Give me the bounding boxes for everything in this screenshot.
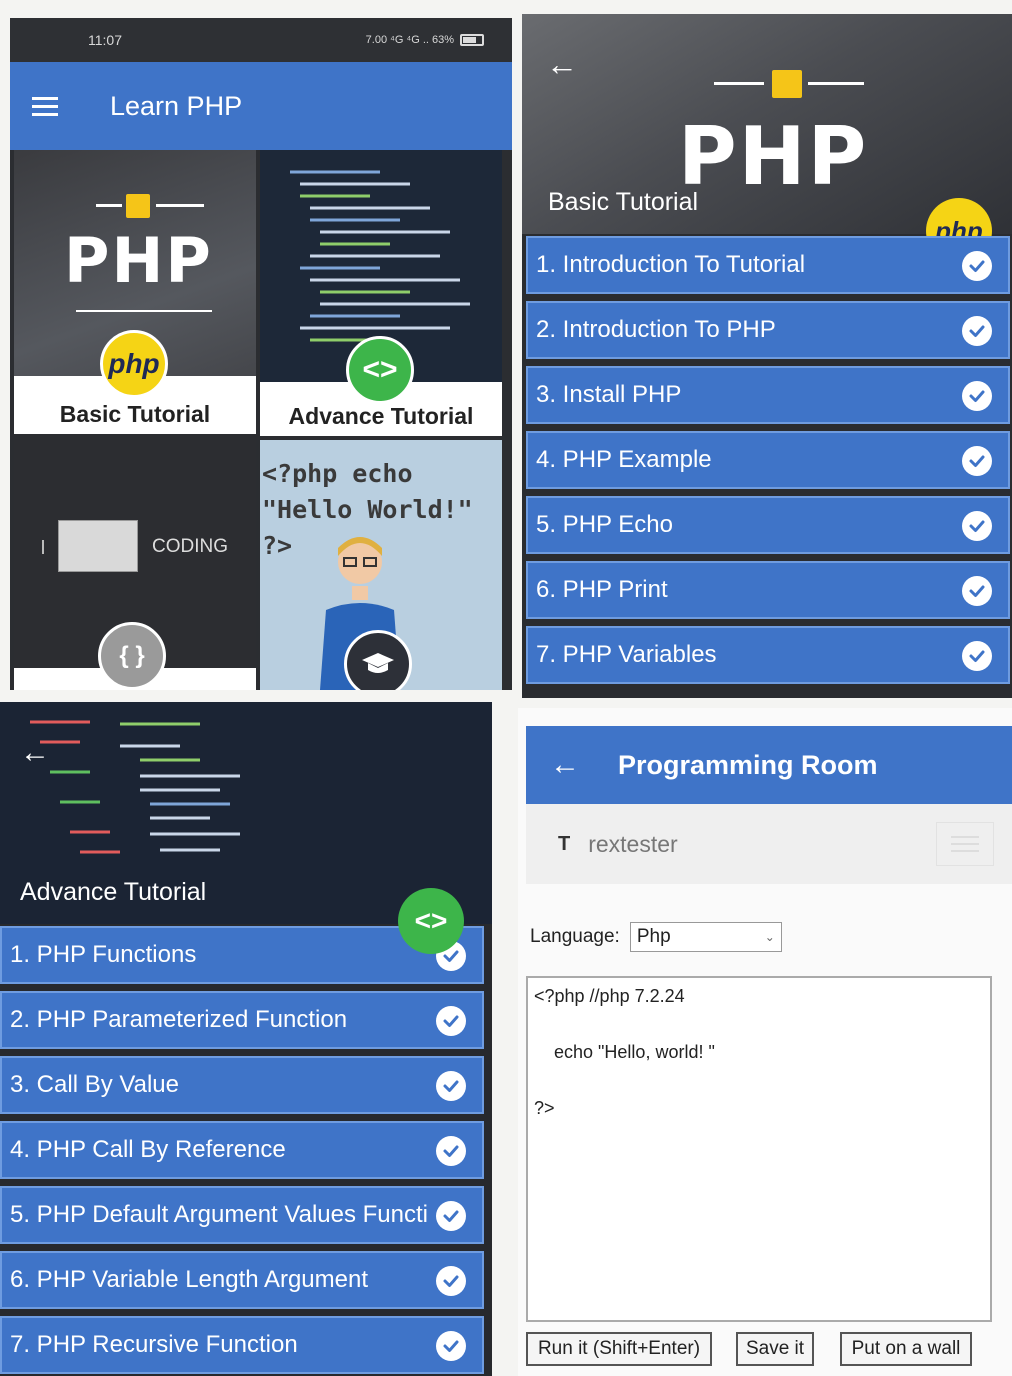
check-circle-icon [436,1266,466,1296]
basic-tutorial-tile[interactable]: PHP Basic Tutorial php [14,150,256,434]
coding-divider [42,540,44,554]
list-item-label: 7. PHP Recursive Function [10,1331,298,1358]
check-circle-icon [962,446,992,476]
language-label: Language: [530,926,620,947]
list-item-label: 1. PHP Functions [10,941,197,968]
list-item[interactable]: 7. PHP Variables [526,626,1010,684]
coding-thumbnail [58,520,138,572]
room-app-bar: ← Programming Room [526,726,1012,804]
list-item[interactable]: 6. PHP Print [526,561,1010,619]
app-title: Learn PHP [110,90,243,121]
programming-room-screen: ← Programming Room T rextester Language:… [518,708,1012,1376]
save-button[interactable]: Save it [736,1332,814,1366]
check-circle-icon [962,576,992,606]
list-item-label: 5. PHP Default Argument Values Functi [10,1201,428,1228]
list-item[interactable]: 2. Introduction To PHP [526,301,1010,359]
list-item-label: 4. PHP Example [536,446,712,473]
list-item[interactable]: 6. PHP Variable Length Argument [0,1251,484,1309]
status-icons: 7.00 ⁴G ⁴G .. 63% [365,34,454,46]
check-circle-icon [962,381,992,411]
back-arrow-icon[interactable]: ← [546,48,578,80]
room-title: Programming Room [618,749,878,780]
list-item-label: 2. PHP Parameterized Function [10,1006,348,1033]
app-bar: Learn PHP [10,62,512,150]
site-logo-icon: T [558,832,571,855]
hello-code-line-2: "Hello World!" [262,495,473,524]
code-line: <?php //php 7.2.24 [534,986,685,1006]
graduation-cap-icon [344,630,412,690]
site-bar: T rextester [526,804,1012,884]
list-item-label: 2. Introduction To PHP [536,316,776,343]
check-circle-icon [436,1201,466,1231]
chevron-down-icon: ⌄ [764,930,775,944]
list-item[interactable]: 5. PHP Default Argument Values Functi [0,1186,484,1244]
check-circle-icon [436,1006,466,1036]
home-screen: 11:07 7.00 ⁴G ⁴G .. 63% Learn PHP PHP Ba… [10,18,512,690]
battery-icon [460,34,484,46]
list-item-label: 4. PHP Call By Reference [10,1136,286,1163]
list-item[interactable]: 4. PHP Call By Reference [0,1121,484,1179]
list-item-label: 6. PHP Variable Length Argument [10,1266,369,1293]
advance-tutorial-tile[interactable]: Advance Tutorial <> [260,150,502,436]
menu-icon[interactable] [10,62,80,150]
check-circle-icon [436,1071,466,1101]
run-button[interactable]: Run it (Shift+Enter) [526,1332,712,1366]
status-bar: 11:07 7.00 ⁴G ⁴G .. 63% [10,18,512,62]
check-circle-icon [436,1331,466,1361]
hello-code-line-1: <?php echo [262,459,413,488]
advance-tutorial-screen: ← Advance Tutorial 1. PHP Functions 2. PH… [0,702,492,1376]
coding-text: CODING [152,536,228,557]
back-arrow-icon[interactable]: ← [550,750,580,780]
list-item-label: 7. PHP Variables [536,641,717,668]
code-badge-icon: <> [398,888,464,954]
php-logo: PHP [678,110,869,203]
code-line: ?> [534,1098,555,1118]
list-item[interactable]: 3. Install PHP [526,366,1010,424]
list-item[interactable]: 1. Introduction To Tutorial [526,236,1010,294]
hello-world-tile[interactable]: <?php echo "Hello World!" ?> [260,440,502,690]
list-item-label: 1. Introduction To Tutorial [536,251,806,278]
basic-heading: Basic Tutorial [548,188,699,216]
list-item[interactable]: 2. PHP Parameterized Function [0,991,484,1049]
php-folder-icon [126,194,150,218]
site-menu-icon[interactable] [936,822,994,866]
put-on-wall-button[interactable]: Put on a wall [840,1332,972,1366]
status-time: 11:07 [88,32,122,48]
braces-badge-icon: { } [98,622,166,690]
list-item-label: 5. PHP Echo [536,511,673,538]
basic-tutorial-screen: ← PHP Basic Tutorial php 1. Introduction… [522,14,1012,698]
list-item[interactable]: 5. PHP Echo [526,496,1010,554]
check-circle-icon [436,1136,466,1166]
php-badge-icon: php [100,330,168,398]
site-name: rextester [588,830,678,857]
language-row: Language: Php ⌄ [530,922,782,952]
list-item-label: 3. Install PHP [536,381,682,408]
language-value: Php [636,926,671,947]
list-item-label: 6. PHP Print [536,576,668,603]
code-badge-icon: <> [346,336,414,404]
coding-tile[interactable]: CODING { } [14,440,256,690]
check-circle-icon [962,316,992,346]
basic-header: ← PHP Basic Tutorial php [522,14,1012,264]
check-circle-icon [962,511,992,541]
code-editor[interactable]: <?php //php 7.2.24 echo "Hello, world! "… [526,976,992,1322]
php-folder-icon [772,70,802,98]
list-item[interactable]: 3. Call By Value [0,1056,484,1114]
list-item-label: 3. Call By Value [10,1071,179,1098]
php-logo: PHP [64,224,213,297]
advance-heading: Advance Tutorial [20,878,207,906]
check-circle-icon [962,251,992,281]
list-item[interactable]: 4. PHP Example [526,431,1010,489]
back-arrow-icon[interactable]: ← [20,738,50,768]
language-select[interactable]: Php ⌄ [629,922,782,952]
check-circle-icon [962,641,992,671]
list-item[interactable]: 7. PHP Recursive Function [0,1316,484,1374]
code-line: echo "Hello, world! " [534,1042,715,1062]
